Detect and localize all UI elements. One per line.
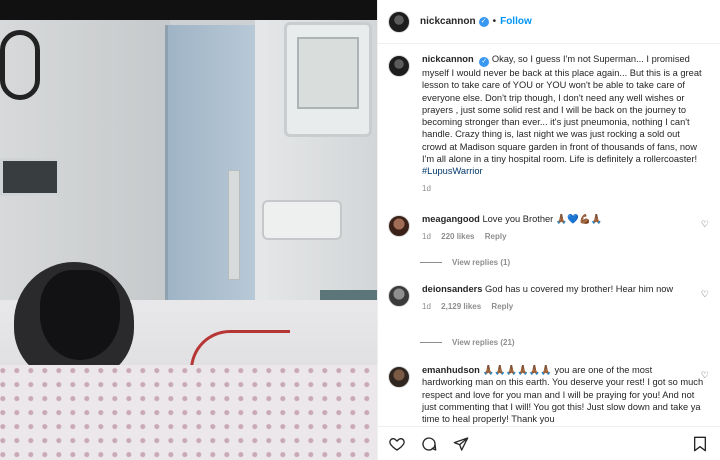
author-username[interactable]: nickcannon: [420, 16, 476, 27]
post-side-panel: nickcannon ✓ • Follow nickcannon ✓ Okay,…: [377, 0, 720, 460]
comment-item: emanhudson 🙏🏾🙏🏾🙏🏾🙏🏾🙏🏾🙏🏾 you are one of t…: [388, 364, 713, 425]
post-caption: nickcannon ✓ Okay, so I guess I'm not Su…: [388, 53, 713, 195]
caption-avatar[interactable]: [388, 55, 410, 77]
photo-monitor: [284, 22, 372, 137]
commenter-username[interactable]: deionsanders: [422, 284, 482, 294]
caption-text: Okay, so I guess I'm not Superman... I p…: [422, 54, 702, 165]
photo-wall-device: [0, 158, 60, 196]
follow-button[interactable]: Follow: [500, 16, 532, 27]
photo-top-strip: [0, 0, 377, 20]
comment-text: God has u covered my brother! Hear him n…: [485, 284, 674, 294]
view-replies-button[interactable]: View replies (21): [420, 338, 515, 347]
photo-iv-pole: [228, 170, 240, 280]
comment-text: Love you Brother 🙏🏾💙💪🏾🙏🏾: [482, 214, 603, 224]
comment-icon[interactable]: [420, 435, 438, 453]
verified-badge-icon: ✓: [478, 16, 489, 27]
comment-clip-area: emanhudson 🙏🏾🙏🏾🙏🏾🙏🏾🙏🏾🙏🏾 you are one of t…: [378, 362, 720, 426]
share-icon[interactable]: [452, 435, 470, 453]
caption-hashtag[interactable]: #LupusWarrior: [422, 166, 483, 176]
commenter-avatar[interactable]: [388, 366, 410, 388]
caption-time: 1d: [422, 183, 431, 193]
like-comment-heart-icon[interactable]: ♡: [701, 370, 709, 381]
heart-icon[interactable]: [388, 435, 406, 453]
reply-button[interactable]: Reply: [485, 232, 507, 241]
post-photo: [0, 0, 377, 460]
photo-door: [165, 25, 260, 325]
like-comment-heart-icon[interactable]: ♡: [701, 289, 709, 300]
photo-face-mask: [40, 270, 120, 360]
author-avatar[interactable]: [388, 10, 410, 33]
comment-item: meagangood Love you Brother 🙏🏾💙💪🏾🙏🏾 1d 2…: [388, 213, 713, 244]
caption-username[interactable]: nickcannon: [422, 54, 474, 64]
commenter-avatar[interactable]: [388, 285, 410, 307]
photo-hospital-gown: [0, 365, 377, 460]
separator-dot: •: [492, 16, 497, 27]
post-action-bar: [378, 426, 720, 460]
commenter-avatar[interactable]: [388, 215, 410, 237]
commenter-username[interactable]: meagangood: [422, 214, 480, 224]
comment-item: deionsanders God has u covered my brothe…: [388, 283, 713, 314]
comment-time: 1d: [422, 232, 431, 242]
bookmark-icon[interactable]: [691, 435, 709, 453]
comment-time: 1d: [422, 302, 431, 312]
commenter-username[interactable]: emanhudson: [422, 365, 480, 375]
comment-likes[interactable]: 2,129 likes: [441, 302, 481, 311]
photo-infusion-pump: [262, 200, 342, 240]
post-header: nickcannon ✓ • Follow: [378, 0, 720, 44]
photo-headset: [0, 30, 40, 100]
like-comment-heart-icon[interactable]: ♡: [701, 219, 709, 230]
comment-likes[interactable]: 220 likes: [441, 232, 474, 241]
reply-button[interactable]: Reply: [491, 302, 513, 311]
verified-badge-icon: ✓: [479, 57, 490, 67]
view-replies-button[interactable]: View replies (1): [420, 258, 510, 267]
